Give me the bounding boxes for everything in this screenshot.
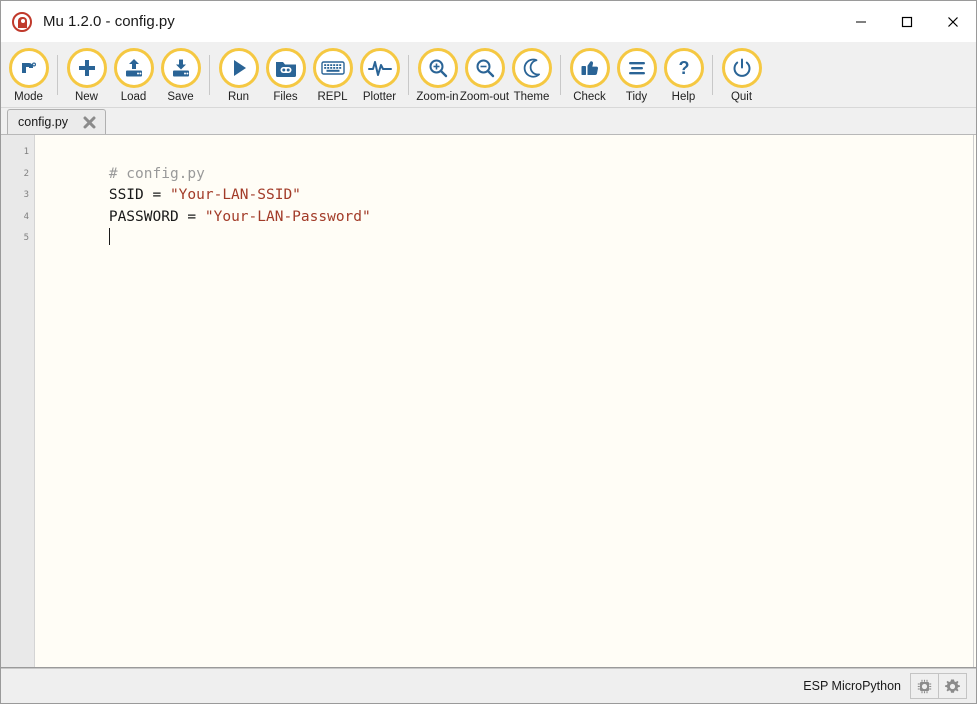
code-text-area[interactable]: # config.py SSID = "Your-LAN-SSID" PASSW… (35, 135, 976, 667)
toolbar-label: Zoom-out (459, 91, 510, 103)
maximize-icon (901, 16, 913, 27)
code-token: SSID = (108, 187, 170, 204)
toolbar-button-repl[interactable]: REPL (309, 45, 356, 104)
title-bar-left: Mu 1.2.0 - config.py (1, 11, 175, 32)
code-token: "Your-LAN-SSID" (169, 187, 301, 204)
thumbs-up-icon (581, 61, 598, 76)
mu-logo-icon (12, 11, 32, 32)
microchip-icon (917, 679, 932, 693)
code-token: # config.py (108, 165, 205, 182)
question-mark-icon: ? (678, 58, 689, 78)
tab-label: config.py (18, 115, 69, 129)
toolbar-group-quit: Quit (718, 45, 765, 104)
mode-robot-icon (21, 62, 36, 73)
toolbar-group-file: New Load Save (63, 45, 204, 104)
editor-tab-config-py[interactable]: config.py (7, 109, 107, 134)
main-toolbar: Mode New Load Save Run Files REPL Plotte… (1, 42, 976, 108)
tab-close-button[interactable] (82, 115, 97, 130)
line-number: 2 (23, 168, 29, 179)
toolbar-button-files[interactable]: Files (262, 45, 309, 104)
magnifier-minus-icon (476, 59, 494, 78)
close-button[interactable] (930, 1, 976, 42)
toolbar-button-plotter[interactable]: Plotter (356, 45, 403, 104)
toolbar-label: REPL (317, 91, 348, 103)
toolbar-label: Quit (730, 91, 753, 103)
lines-icon (628, 62, 645, 75)
status-mode-label: ESP MicroPython (803, 679, 901, 693)
line-number: 1 (23, 147, 29, 157)
maximize-button[interactable] (884, 1, 930, 42)
text-cursor (108, 228, 110, 246)
keyboard-icon (320, 61, 345, 75)
code-token: "Your-LAN-Password" (204, 208, 371, 225)
settings-button[interactable] (938, 673, 967, 699)
toolbar-separator (408, 54, 409, 95)
close-icon (948, 16, 958, 27)
download-icon (172, 59, 189, 77)
code-line: # config.py (39, 142, 976, 182)
code-editor: 1 2 3 4 5 # config.py SSID = "Your-LAN-S… (1, 135, 976, 668)
magnifier-plus-icon (429, 59, 447, 78)
toolbar-group-run: Run Files REPL Plotter (215, 45, 403, 104)
editor-vertical-scrollbar[interactable] (973, 135, 976, 667)
toolbar-separator (712, 54, 713, 95)
toolbar-separator (57, 54, 58, 95)
toolbar-label: Plotter (362, 91, 397, 103)
status-bar: ESP MicroPython (1, 668, 976, 703)
toolbar-label: Run (227, 91, 250, 103)
window-title: Mu 1.2.0 - config.py (43, 13, 175, 30)
toolbar-label: Theme (513, 91, 550, 103)
device-chip-button[interactable] (910, 673, 939, 699)
tab-bar: config.py (1, 108, 976, 135)
toolbar-label: Check (573, 91, 606, 103)
folder-robot-icon (275, 62, 296, 77)
toolbar-button-load[interactable]: Load (110, 45, 157, 104)
upload-icon (125, 59, 142, 77)
minimize-icon (856, 21, 866, 22)
toolbar-button-run[interactable]: Run (215, 45, 262, 104)
toolbar-button-help[interactable]: ? Help (660, 45, 707, 104)
line-number: 4 (23, 211, 29, 222)
line-number: 3 (23, 190, 29, 201)
toolbar-button-check[interactable]: Check (566, 45, 613, 104)
play-icon (233, 60, 246, 76)
line-number: 5 (23, 233, 29, 244)
toolbar-group-mode: Mode (5, 45, 52, 104)
toolbar-button-mode[interactable]: Mode (5, 45, 52, 104)
toolbar-group-view: Zoom-in Zoom-out Theme (414, 45, 555, 104)
code-token: PASSWORD = (108, 208, 205, 225)
window-controls (838, 1, 976, 42)
toolbar-button-save[interactable]: Save (157, 45, 204, 104)
close-icon (83, 116, 96, 128)
svg-text:?: ? (678, 58, 689, 78)
toolbar-group-tools: Check Tidy ? Help (566, 45, 707, 104)
mu-editor-window: Mu 1.2.0 - config.py Mode New Load Save … (0, 0, 977, 704)
plus-icon (78, 60, 95, 76)
toolbar-label: Tidy (625, 91, 648, 103)
toolbar-button-zoom-out[interactable]: Zoom-out (459, 45, 510, 104)
power-icon (733, 58, 750, 77)
line-number-gutter: 1 2 3 4 5 (1, 135, 35, 667)
toolbar-separator (560, 54, 561, 95)
toolbar-button-new[interactable]: New (63, 45, 110, 104)
toolbar-label: Save (167, 91, 194, 103)
toolbar-separator (209, 54, 210, 95)
toolbar-button-zoom-in[interactable]: Zoom-in (414, 45, 461, 104)
toolbar-label: New (74, 91, 98, 103)
toolbar-button-theme[interactable]: Theme (508, 45, 555, 104)
toolbar-label: Mode (14, 91, 43, 103)
toolbar-label: Files (273, 91, 298, 103)
toolbar-button-quit[interactable]: Quit (718, 45, 765, 104)
title-bar: Mu 1.2.0 - config.py (1, 1, 976, 42)
moon-icon (523, 58, 540, 78)
toolbar-label: Load (120, 91, 147, 103)
toolbar-label: Help (671, 91, 696, 103)
toolbar-button-tidy[interactable]: Tidy (613, 45, 660, 104)
minimize-button[interactable] (838, 1, 884, 42)
toolbar-label: Zoom-in (416, 91, 459, 103)
waveform-icon (367, 61, 392, 76)
gear-icon (945, 679, 960, 693)
